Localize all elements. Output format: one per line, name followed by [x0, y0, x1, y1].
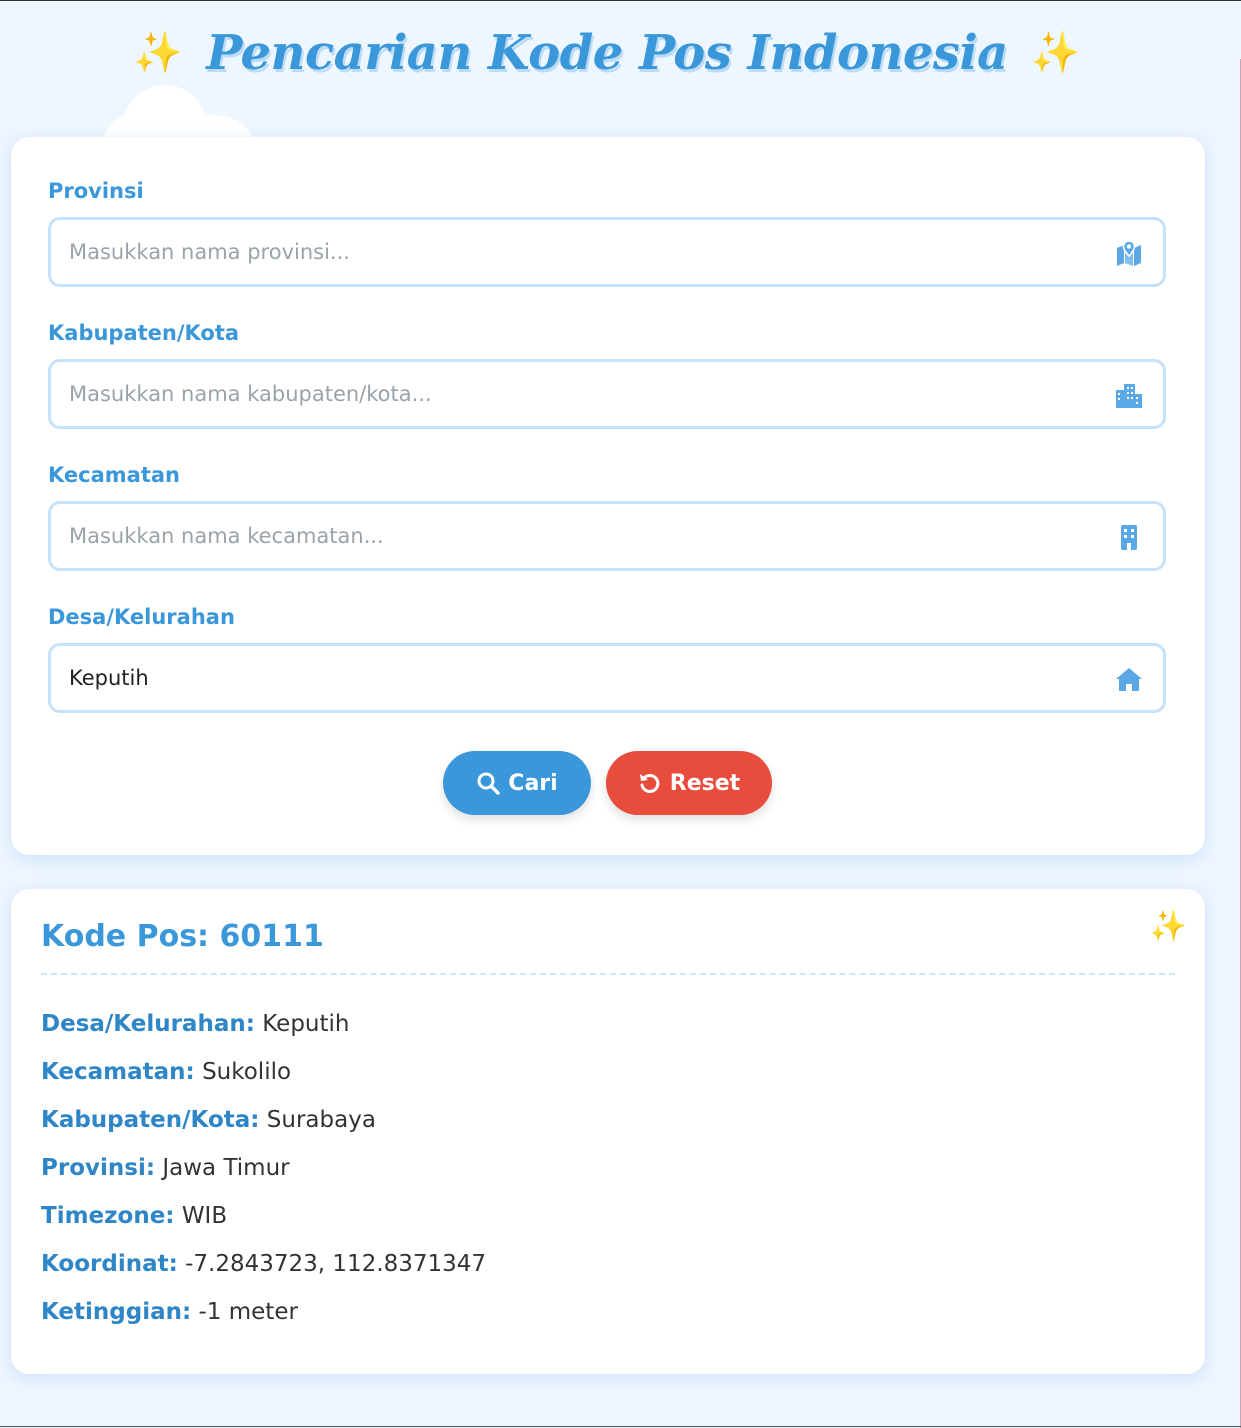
sparkle-icon: ✨	[1149, 909, 1187, 944]
page-header: ✨ Pencarian Kode Pos Indonesia ✨	[0, 17, 1214, 87]
desa-input[interactable]	[69, 646, 1089, 710]
info-label: Provinsi:	[41, 1155, 156, 1181]
search-icon	[477, 772, 501, 795]
info-value: -7.2843723, 112.8371347	[185, 1251, 487, 1277]
map-marker-icon	[1117, 240, 1141, 266]
info-row-kabupaten: Kabupaten/Kota: Surabaya	[41, 1107, 376, 1133]
desa-field	[48, 643, 1166, 713]
page-title: Pencarian Kode Pos Indonesia	[206, 24, 1008, 81]
info-value: -1 meter	[198, 1299, 298, 1325]
info-value: Surabaya	[266, 1107, 376, 1133]
kecamatan-input[interactable]	[69, 504, 1089, 568]
desa-label: Desa/Kelurahan	[48, 605, 235, 629]
provinsi-input[interactable]	[69, 220, 1089, 284]
provinsi-label: Provinsi	[48, 179, 144, 203]
sparkle-left-icon: ✨	[133, 29, 184, 76]
info-value: WIB	[181, 1203, 228, 1229]
info-row-provinsi: Provinsi: Jawa Timur	[41, 1155, 290, 1181]
info-label: Ketinggian:	[41, 1299, 192, 1325]
provinsi-field	[48, 217, 1166, 287]
info-label: Koordinat:	[41, 1251, 178, 1277]
info-label: Kecamatan:	[41, 1059, 195, 1085]
kabupaten-field	[48, 359, 1166, 429]
info-row-desa: Desa/Kelurahan: Keputih	[41, 1011, 349, 1037]
kecamatan-field	[48, 501, 1166, 571]
city-icon	[1116, 384, 1142, 408]
info-value: Keputih	[262, 1011, 350, 1037]
reset-button[interactable]: Reset	[606, 751, 772, 815]
building-icon	[1121, 525, 1137, 550]
postal-code-title: Kode Pos: 60111	[41, 919, 324, 954]
divider	[41, 973, 1175, 975]
info-row-koordinat: Koordinat: -7.2843723, 112.8371347	[41, 1251, 486, 1277]
info-label: Desa/Kelurahan:	[41, 1011, 255, 1037]
reset-button-label: Reset	[669, 770, 741, 796]
kabupaten-label: Kabupaten/Kota	[48, 321, 240, 345]
info-row-kecamatan: Kecamatan: Sukolilo	[41, 1059, 291, 1085]
search-button-label: Cari	[508, 770, 558, 796]
info-label: Timezone:	[41, 1203, 175, 1229]
info-value: Sukolilo	[202, 1059, 292, 1085]
info-value: Jawa Timur	[162, 1155, 290, 1181]
kabupaten-input[interactable]	[69, 362, 1089, 426]
sparkle-right-icon: ✨	[1030, 29, 1081, 76]
search-form-card: Provinsi Kabupaten/Kota Ke	[11, 137, 1205, 855]
info-row-ketinggian: Ketinggian: -1 meter	[41, 1299, 298, 1325]
cloud-decoration	[103, 85, 253, 171]
kecamatan-label: Kecamatan	[48, 463, 180, 487]
result-card: Kode Pos: 60111 ✨ Desa/Kelurahan: Keputi…	[11, 889, 1205, 1374]
info-label: Kabupaten/Kota:	[41, 1107, 260, 1133]
search-button[interactable]: Cari	[443, 751, 591, 815]
info-row-timezone: Timezone: WIB	[41, 1203, 227, 1229]
home-icon	[1116, 668, 1142, 691]
undo-icon	[639, 773, 660, 793]
